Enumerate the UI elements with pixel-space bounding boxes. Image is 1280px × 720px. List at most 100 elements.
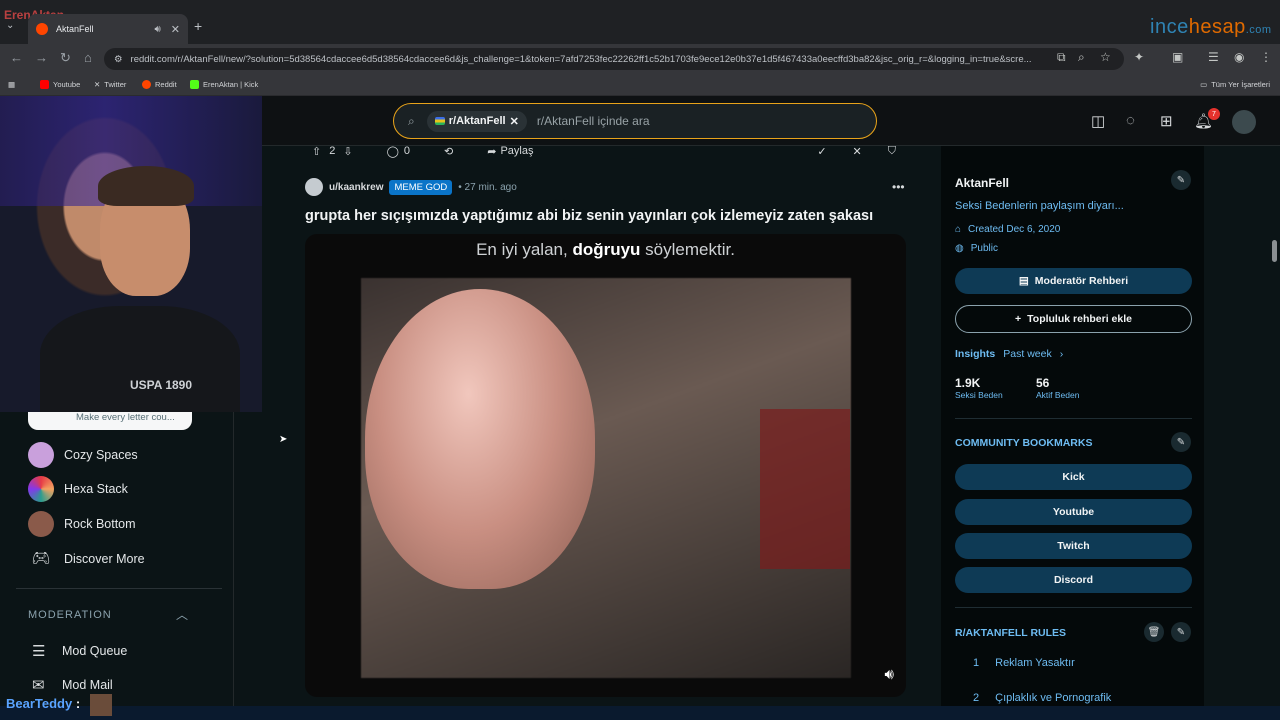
user-avatar[interactable] — [1232, 110, 1256, 134]
globe-icon: ◍ — [955, 243, 964, 254]
bookmark-youtube-button[interactable]: Youtube — [955, 499, 1192, 525]
mod-guide-button[interactable]: ▤ Moderatör Rehberi — [955, 268, 1192, 294]
chat-emote — [90, 694, 112, 716]
audio-icon[interactable]: 🔊︎ — [154, 24, 160, 35]
video-player[interactable]: En iyi yalan, doğruyu söylemektir. 🔊︎ — [305, 234, 906, 697]
crosspost-icon[interactable]: ⟲ — [444, 145, 453, 158]
post-title[interactable]: grupta her sıçışımızda yaptığımız abi bi… — [305, 208, 873, 224]
sidebar-item-mod-mail[interactable]: ✉ Mod Mail — [32, 676, 113, 694]
downvote-icon[interactable]: ⇩ — [343, 145, 352, 158]
edit-icon[interactable]: ✎ — [1171, 170, 1191, 190]
author-avatar[interactable] — [305, 178, 323, 196]
extensions-icon[interactable]: ✦ — [1134, 50, 1144, 64]
url-text: reddit.com/r/AktanFell/new/?solution=5d3… — [130, 53, 1032, 65]
queue-icon: ☰ — [32, 643, 46, 660]
bookmarks-heading: COMMUNITY BOOKMARKS — [955, 437, 1093, 449]
bookmark-kick-button[interactable]: Kick — [955, 464, 1192, 490]
address-bar[interactable]: ⚙ reddit.com/r/AktanFell/new/?solution=5… — [104, 48, 1124, 70]
sidebar-item-mod-queue[interactable]: ☰ Mod Queue — [32, 642, 127, 660]
subreddit-icon — [434, 117, 445, 125]
search-input[interactable]: ⌕ r/AktanFell ✕ r/AktanFell içinde ara — [393, 103, 877, 139]
advertise-icon[interactable]: ◫ — [1091, 112, 1105, 130]
menu-icon[interactable]: ⋮ — [1260, 50, 1272, 64]
hexa-icon — [28, 476, 54, 502]
stat-members: 1.9K Seksi Beden — [955, 376, 1003, 400]
divider — [955, 607, 1192, 608]
rules-heading: R/AKTANFELL RULES — [955, 627, 1067, 639]
sidebar-item-discover-more[interactable]: 🎮︎ Discover More — [28, 546, 144, 572]
apps-icon[interactable]: ▦ — [8, 80, 15, 89]
chat-icon[interactable]: ◌ — [1126, 112, 1135, 129]
shield-icon[interactable]: ⛉ — [888, 145, 896, 158]
bookmark-star-icon[interactable]: ☆ — [1100, 50, 1111, 64]
insights-row[interactable]: Insights Past week › — [955, 348, 1063, 360]
author-name[interactable]: u/kaankrew — [329, 182, 383, 193]
upvote-icon[interactable]: ⇧ — [312, 145, 321, 158]
bookmark-youtube[interactable]: Youtube — [40, 80, 80, 89]
search-placeholder: r/AktanFell içinde ara — [536, 114, 650, 128]
video-caption: En iyi yalan, doğruyu söylemektir. — [476, 240, 735, 259]
browser-tab[interactable]: AktanFell 🔊︎ ✕ — [28, 14, 188, 44]
bookmark-reddit[interactable]: Reddit — [142, 80, 177, 89]
edit-rules-icon[interactable]: ✎ — [1171, 622, 1191, 642]
vote-count: 2 — [329, 145, 336, 157]
scroll-thumb[interactable] — [1272, 240, 1277, 262]
share-icon[interactable]: ➦ — [487, 145, 496, 158]
comment-icon[interactable]: ◯ — [387, 145, 399, 158]
bookmark-discord-button[interactable]: Discord — [955, 567, 1192, 593]
community-description: Seksi Bedenlerin paylaşım diyarı... — [955, 200, 1124, 212]
house-icon — [28, 442, 54, 468]
create-post-icon[interactable]: ⊞ — [1160, 112, 1173, 130]
site-info-icon[interactable]: ⚙ — [114, 54, 123, 65]
new-tab-button[interactable]: + — [194, 18, 202, 34]
lock-icon[interactable]: ▣ — [1172, 50, 1183, 64]
stream-bottom-strip — [0, 706, 1280, 720]
bookmark-twitch-button[interactable]: Twitch — [955, 533, 1192, 559]
sidebar-item-hexa-stack[interactable]: Hexa Stack — [28, 476, 128, 502]
search-icon: ⌕ — [408, 113, 415, 128]
chat-user: BearTeddy — [6, 696, 73, 711]
forward-icon[interactable]: → — [35, 50, 48, 65]
reload-icon[interactable]: ↻ — [60, 50, 71, 66]
post-author-line: u/kaankrew MEME GOD • 27 min. ago — [305, 178, 517, 196]
more-options-icon[interactable]: ••• — [892, 180, 905, 194]
profile-icon[interactable]: ◉ — [1234, 50, 1244, 64]
all-bookmarks[interactable]: ▭ Tüm Yer İşaretleri — [1200, 80, 1270, 89]
post-action-bar: ⇧ 2 ⇩ ◯ 0 ⟲ ➦ Paylaş ✓ ✕ ⛉ — [294, 140, 914, 162]
edit-bookmarks-icon[interactable]: ✎ — [1171, 432, 1191, 452]
mail-icon: ✉ — [32, 677, 45, 694]
x-icon: ✕ — [94, 80, 101, 89]
book-icon: ▤ — [1018, 275, 1029, 287]
bookmark-twitter[interactable]: ✕ Twitter — [94, 80, 126, 89]
volume-icon[interactable]: 🔊︎ — [885, 666, 894, 683]
created-date: ⌂ Created Dec 6, 2020 — [955, 224, 1061, 235]
remove-chip-icon[interactable]: ✕ — [510, 115, 519, 128]
home-icon[interactable]: ⌂ — [84, 50, 92, 65]
add-guide-button[interactable]: + Topluluk rehberi ekle — [955, 305, 1192, 333]
moderation-heading[interactable]: MODERATION — [28, 609, 112, 621]
remove-icon[interactable]: ✕ — [853, 145, 862, 158]
close-tab-icon[interactable]: ✕ — [171, 23, 180, 36]
media-icon[interactable]: ☰ — [1208, 50, 1219, 64]
mouse-cursor-icon: ➤ — [279, 434, 288, 445]
rule-item[interactable]: 2 Çıplaklık ve Pornografik — [973, 692, 1111, 704]
bookmarks-bar: ▦ Youtube ✕ Twitter Reddit ErenAktan | Ki… — [0, 74, 1280, 96]
tab-title: AktanFell — [56, 24, 94, 34]
translate-icon[interactable]: ⧉ — [1057, 50, 1066, 65]
chevron-up-icon[interactable]: ︿ — [176, 606, 188, 623]
community-name: AktanFell — [955, 176, 1010, 190]
subreddit-chip[interactable]: r/AktanFell ✕ — [426, 110, 527, 132]
sidebar-item-cozy-spaces[interactable]: Cozy Spaces — [28, 442, 138, 468]
zoom-icon[interactable]: ⌕ — [1078, 50, 1085, 65]
back-icon[interactable]: ← — [10, 50, 23, 65]
bookmark-kick[interactable]: ErenAktan | Kick — [190, 80, 258, 89]
delete-rules-icon[interactable]: 🗑︎ — [1144, 622, 1164, 642]
plus-icon: + — [1015, 313, 1022, 325]
approve-icon[interactable]: ✓ — [817, 145, 826, 158]
share-button[interactable]: Paylaş — [500, 145, 533, 157]
tab-search-icon[interactable]: ⌄ — [6, 20, 14, 31]
rule-item[interactable]: 1 Reklam Yasaktır — [973, 657, 1075, 669]
cake-icon: ⌂ — [955, 224, 962, 235]
scrollbar[interactable] — [1270, 146, 1280, 706]
sidebar-item-rock-bottom[interactable]: Rock Bottom — [28, 511, 136, 537]
